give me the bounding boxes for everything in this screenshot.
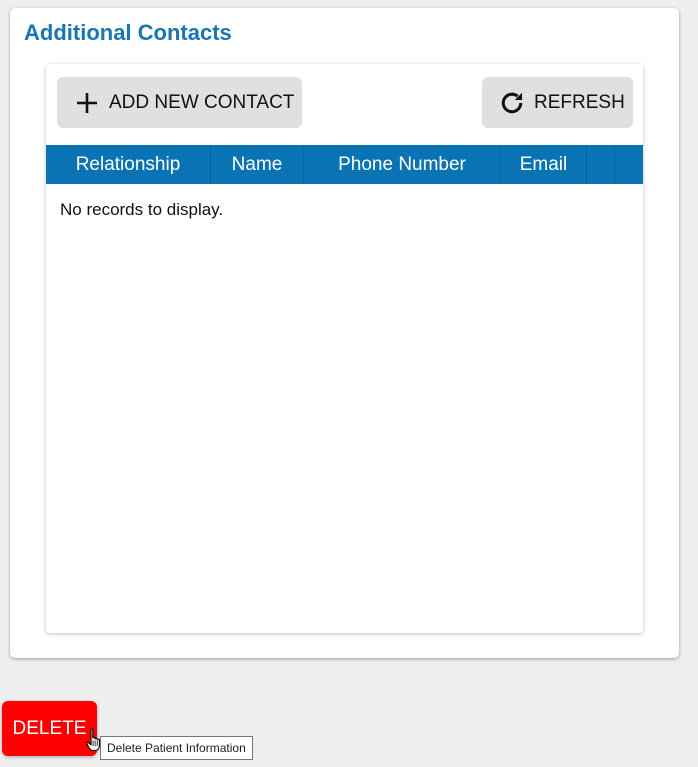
delete-button[interactable]: DELETE xyxy=(2,701,97,756)
plus-icon xyxy=(77,92,97,113)
contacts-grid: ADD NEW CONTACT REFRESH Relationship Nam… xyxy=(46,64,643,633)
refresh-icon xyxy=(501,92,523,113)
column-header-name[interactable]: Name xyxy=(211,145,304,184)
add-new-contact-label: ADD NEW CONTACT xyxy=(109,91,295,113)
column-header-phone-number[interactable]: Phone Number xyxy=(304,145,501,184)
delete-tooltip: Delete Patient Information xyxy=(100,736,253,760)
column-header-email[interactable]: Email xyxy=(501,145,587,184)
add-new-contact-button[interactable]: ADD NEW CONTACT xyxy=(57,77,302,128)
column-header-relationship[interactable]: Relationship xyxy=(46,145,211,184)
column-header-action-2 xyxy=(615,145,643,184)
empty-records-message: No records to display. xyxy=(60,200,224,219)
refresh-label: REFRESH xyxy=(534,91,625,113)
column-header-action-1 xyxy=(587,145,615,184)
grid-header: Relationship Name Phone Number Email xyxy=(46,145,643,184)
panel-title: Additional Contacts xyxy=(24,20,232,45)
additional-contacts-panel: Additional Contacts ADD NEW CONTACT REFR… xyxy=(10,8,679,658)
refresh-button[interactable]: REFRESH xyxy=(482,77,633,128)
